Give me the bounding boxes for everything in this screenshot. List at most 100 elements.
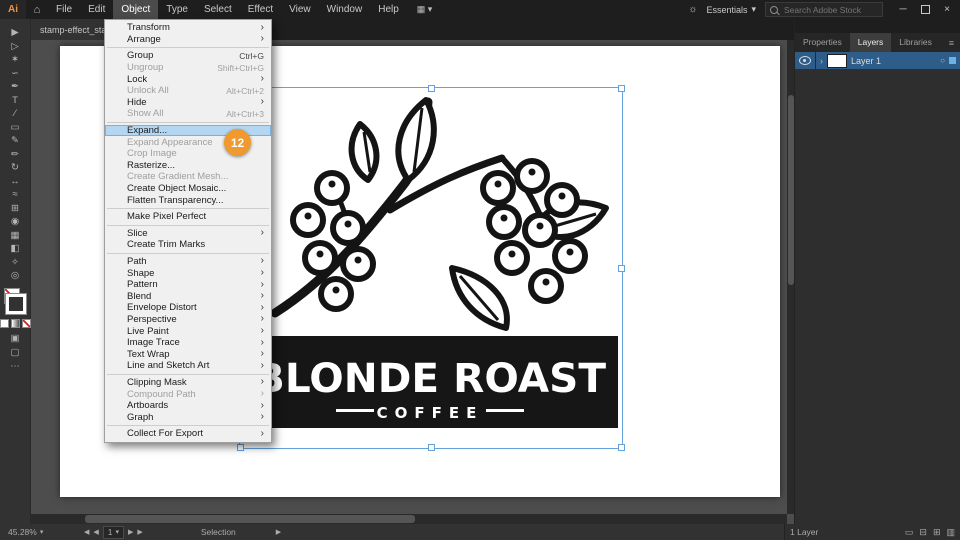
last-artboard-button[interactable]: ▶ — [137, 528, 142, 536]
mesh-tool[interactable]: ▦ — [3, 229, 27, 243]
menubar-menu-effect[interactable]: Effect — [240, 0, 281, 19]
restore-button[interactable] — [914, 0, 936, 19]
menu-item-slice[interactable]: Slice › — [105, 228, 271, 240]
selection-handle[interactable] — [428, 85, 435, 92]
menu-item-group[interactable]: Group Ctrl+G — [105, 50, 271, 62]
layer-selection-chip[interactable] — [949, 57, 956, 64]
menu-item-image-trace[interactable]: Image Trace › — [105, 337, 271, 349]
pen-tool[interactable]: ✒ — [3, 80, 27, 94]
direct-selection-tool[interactable]: ▷ — [3, 40, 27, 54]
menu-item-blend[interactable]: Blend › — [105, 290, 271, 302]
menubar-menu-type[interactable]: Type — [158, 0, 196, 19]
menu-item-live-paint[interactable]: Live Paint › — [105, 325, 271, 337]
menu-item-text-wrap[interactable]: Text Wrap › — [105, 348, 271, 360]
lasso-tool[interactable]: ∽ — [3, 67, 27, 81]
menu-item-make-pixel-perfect[interactable]: Make Pixel Perfect — [105, 211, 271, 223]
color-button[interactable] — [0, 318, 9, 328]
layer-row[interactable]: › Layer 1 ○ — [795, 52, 960, 69]
menu-item-clipping-mask[interactable]: Clipping Mask › — [105, 377, 271, 389]
pencil-tool[interactable]: ✏ — [3, 148, 27, 162]
menu-item-transform[interactable]: Transform › — [105, 22, 271, 34]
menubar-menu-view[interactable]: View — [281, 0, 319, 19]
menu-item-rasterize[interactable]: Rasterize... — [105, 160, 271, 172]
selection-handle[interactable] — [428, 444, 435, 451]
panel-menu-icon[interactable]: ≡ — [943, 38, 960, 48]
paintbrush-tool[interactable]: ✎ — [3, 134, 27, 148]
home-icon[interactable]: ⌂ — [26, 4, 48, 16]
selection-handle[interactable] — [618, 265, 625, 272]
visibility-eye-icon[interactable] — [799, 56, 811, 65]
menu-item-arrange[interactable]: Arrange › — [105, 34, 271, 46]
panel-tab-layers[interactable]: Layers — [849, 33, 892, 52]
menu-item-artboards[interactable]: Artboards › — [105, 400, 271, 412]
menu-item-lock[interactable]: Lock › — [105, 73, 271, 85]
selection-tool[interactable]: ▶ — [3, 26, 27, 40]
magic-wand-tool[interactable]: ✶ — [3, 53, 27, 67]
change-screen-mode-button[interactable]: ▢ — [3, 346, 27, 360]
menu-item-path[interactable]: Path › — [105, 256, 271, 268]
panel-tab-libraries[interactable]: Libraries — [891, 33, 940, 52]
selection-handle[interactable] — [618, 85, 625, 92]
layer-name[interactable]: Layer 1 — [851, 56, 936, 66]
menu-item-perspective[interactable]: Perspective › — [105, 314, 271, 326]
selection-handle[interactable] — [618, 444, 625, 451]
menubar-menu-file[interactable]: File — [48, 0, 80, 19]
menu-item-line-and-sketch-art[interactable]: Line and Sketch Art › — [105, 360, 271, 372]
make-clipping-mask-icon[interactable]: ▭ — [905, 527, 914, 538]
create-new-sublayer-icon[interactable]: ⊟ — [919, 527, 927, 538]
menu-item-collect-for-export[interactable]: Collect For Export › — [105, 428, 271, 440]
next-artboard-button[interactable]: ▶ — [128, 528, 133, 536]
rotate-tool[interactable]: ↻ — [3, 161, 27, 175]
minimize-button[interactable]: ─ — [892, 0, 914, 19]
workspace-switcher[interactable]: Essentials ▾ — [706, 4, 756, 15]
draw-normal-mode-button[interactable]: ▣ — [3, 332, 27, 346]
menu-item-create-trim-marks[interactable]: Create Trim Marks — [105, 239, 271, 251]
menubar-menu-help[interactable]: Help — [370, 0, 407, 19]
delete-layer-icon[interactable]: ▥ — [946, 527, 955, 538]
vertical-scrollbar[interactable] — [787, 40, 795, 514]
menubar-menu-edit[interactable]: Edit — [80, 0, 113, 19]
menu-item-envelope-distort[interactable]: Envelope Distort › — [105, 302, 271, 314]
horizontal-scrollbar[interactable] — [30, 514, 787, 524]
line-segment-tool[interactable]: ∕ — [3, 107, 27, 121]
none-button[interactable] — [21, 318, 31, 328]
scale-tool[interactable]: ↔ — [3, 175, 27, 189]
type-tool[interactable]: T — [3, 94, 27, 108]
expand-chevron-icon[interactable]: › — [820, 56, 823, 66]
horizontal-scrollbar-thumb[interactable] — [85, 515, 415, 523]
discover-lightbulb-icon[interactable]: ☼ — [688, 4, 697, 15]
stroke-color-swatch[interactable] — [5, 292, 27, 315]
first-artboard-button[interactable]: ◀ — [84, 528, 89, 536]
gradient-tool[interactable]: ◧ — [3, 242, 27, 256]
free-transform-tool[interactable]: ⊞ — [3, 202, 27, 216]
previous-artboard-button[interactable]: ◀ — [93, 528, 98, 536]
panel-tab-properties[interactable]: Properties — [795, 33, 850, 52]
menu-item-pattern[interactable]: Pattern › — [105, 279, 271, 291]
vertical-scrollbar-thumb[interactable] — [788, 95, 794, 285]
rectangle-tool[interactable]: ▭ — [3, 121, 27, 135]
menubar-menu-select[interactable]: Select — [196, 0, 240, 19]
blend-tool[interactable]: ◎ — [3, 269, 27, 283]
status-expand-icon[interactable]: ▶ — [276, 528, 281, 536]
menu-item-shape[interactable]: Shape › — [105, 267, 271, 279]
close-button[interactable]: × — [936, 0, 958, 19]
stock-search-box[interactable] — [765, 2, 883, 17]
selection-bounding-box[interactable] — [237, 85, 625, 451]
menubar-menu-window[interactable]: Window — [319, 0, 371, 19]
create-new-layer-icon[interactable]: ⊞ — [933, 527, 941, 538]
gradient-button[interactable] — [10, 318, 20, 328]
layer-thumbnail[interactable] — [827, 53, 847, 68]
menu-item-graph[interactable]: Graph › — [105, 411, 271, 423]
edit-toolbar-button[interactable]: ⋯ — [3, 360, 27, 374]
zoom-control[interactable]: 45.28% ▾ — [0, 527, 70, 537]
menu-item-flatten-transparency[interactable]: Flatten Transparency... — [105, 194, 271, 206]
selection-handle[interactable] — [237, 444, 244, 451]
artboard-number-box[interactable]: 1 ▾ — [102, 525, 125, 539]
menu-item-hide[interactable]: Hide › — [105, 97, 271, 109]
arrange-documents-icon[interactable]: ▦ ▾ — [417, 4, 433, 15]
shape-builder-tool[interactable]: ◉ — [3, 215, 27, 229]
width-tool[interactable]: ≈ — [3, 188, 27, 202]
eyedropper-tool[interactable]: ✧ — [3, 256, 27, 270]
menu-item-create-object-mosaic[interactable]: Create Object Mosaic... — [105, 183, 271, 195]
search-input[interactable] — [782, 3, 876, 16]
